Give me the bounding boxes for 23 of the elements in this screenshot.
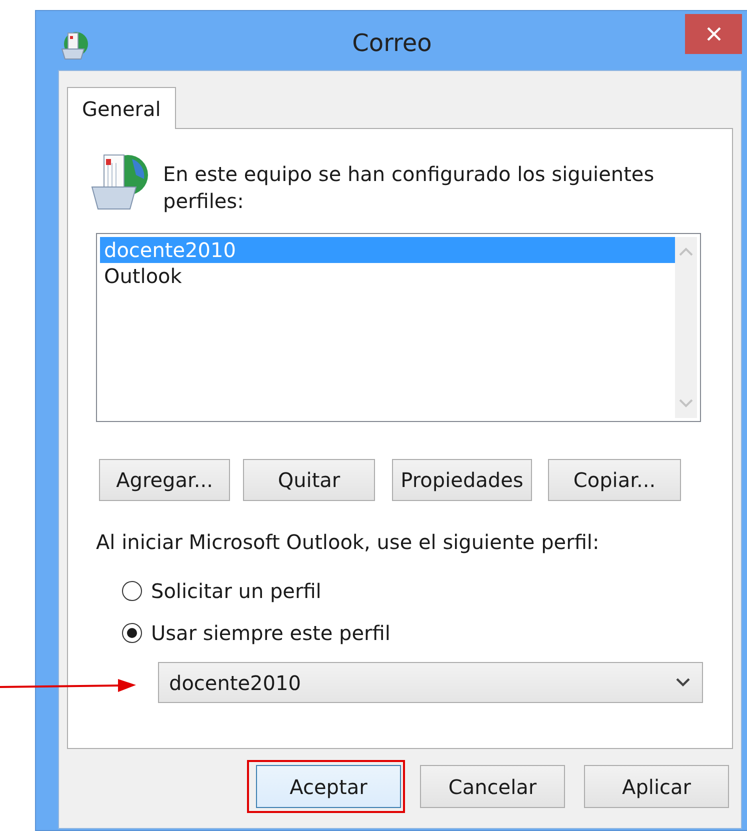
intro-text: En este equipo se han configurado los siguientes perfiles:	[163, 161, 656, 215]
radio-option[interactable]: Usar siempre este perfil	[122, 620, 732, 645]
dialog-button[interactable]: Cancelar	[420, 765, 565, 808]
profile-button[interactable]: Propiedades	[392, 459, 532, 501]
profile-button[interactable]: Agregar...	[99, 459, 230, 501]
close-icon	[706, 26, 722, 42]
profile-item[interactable]: Outlook	[100, 263, 675, 289]
scroll-up-icon	[679, 247, 693, 256]
profile-button[interactable]: Copiar...	[548, 459, 681, 501]
dialog-button[interactable]: Aplicar	[584, 765, 729, 808]
startup-label: Al iniciar Microsoft Outlook, use el siguiente perfil:	[96, 530, 600, 554]
radio-button[interactable]	[122, 622, 142, 642]
chevron-down-icon	[676, 678, 690, 687]
profile-dropdown[interactable]: docente2010	[158, 662, 703, 703]
window-title: Correo	[352, 28, 432, 56]
radio-button[interactable]	[122, 580, 142, 600]
close-button[interactable]	[685, 14, 742, 54]
scroll-down-icon	[679, 399, 693, 408]
dialog-button[interactable]: Aceptar	[256, 765, 401, 808]
scrollbar[interactable]	[675, 237, 697, 418]
profile-button[interactable]: Quitar	[243, 459, 375, 501]
radio-option[interactable]: Solicitar un perfil	[122, 578, 732, 603]
tab[interactable]: General	[67, 87, 176, 129]
